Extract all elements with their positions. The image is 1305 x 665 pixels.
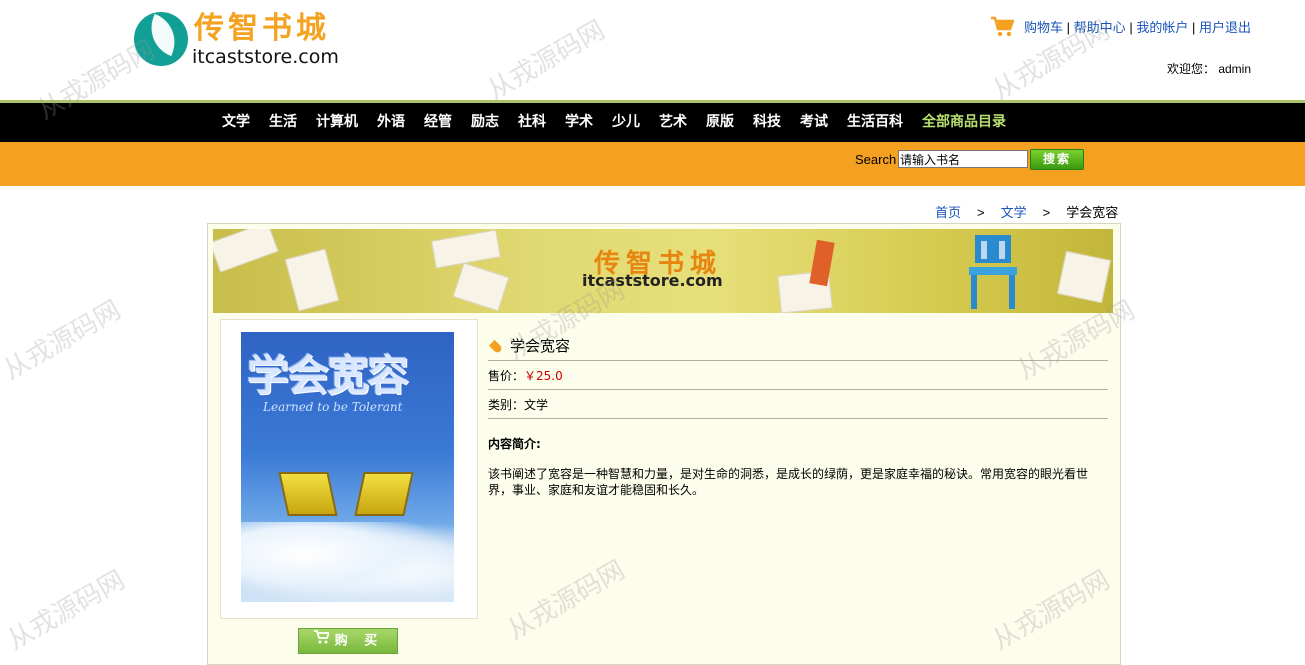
nav-item[interactable]: 科技 (753, 103, 781, 142)
product-panel: 传智书城 itcaststore.com 学会宽容 Learned to be … (207, 223, 1121, 665)
category-row: 类别：文学 (488, 390, 1108, 419)
nav-item[interactable]: 外语 (377, 103, 405, 142)
category-label: 类别： (488, 398, 525, 412)
separator: | (1066, 19, 1071, 35)
link-help[interactable]: 帮助中心 (1074, 20, 1126, 35)
logo-en-text: itcaststore.com (192, 46, 339, 68)
nav-item[interactable]: 生活百科 (847, 103, 903, 142)
book-title: 学会宽容 (510, 337, 571, 355)
cart-icon (313, 629, 331, 653)
book-title-row: 学会宽容 (488, 332, 1108, 361)
breadcrumb-category[interactable]: 文学 (1001, 205, 1027, 220)
nav-item[interactable]: 考试 (800, 103, 828, 142)
store-banner: 传智书城 itcaststore.com (213, 229, 1113, 313)
separator: | (1191, 19, 1196, 35)
breadcrumb-separator: > (1042, 205, 1051, 220)
shopping-cart-icon[interactable] (990, 16, 1015, 41)
cover-subtitle: Learned to be Tolerant (263, 400, 403, 414)
nav-item[interactable]: 原版 (706, 103, 734, 142)
nav-item[interactable]: 经管 (424, 103, 452, 142)
book-cover-image[interactable]: 学会宽容 Learned to be Tolerant (241, 332, 454, 602)
price-label: 售价： (488, 369, 525, 383)
book-info: 学会宽容 售价：￥25.0 类别：文学 内容简介: 该书阐述了宽容是一种智慧和力… (488, 332, 1108, 498)
breadcrumb-current: 学会宽容 (1066, 205, 1119, 220)
nav-item[interactable]: 生活 (269, 103, 297, 142)
search-input[interactable]: 请输入书名 (898, 150, 1028, 168)
top-links: 购物车 | 帮助中心 | 我的帐户 | 用户退出 (990, 16, 1251, 41)
nav-item[interactable]: 学术 (565, 103, 593, 142)
cover-title: 学会宽容 (247, 351, 409, 400)
search-button[interactable]: 搜索 (1030, 149, 1084, 170)
buy-label: 购 买 (334, 633, 384, 649)
nav-item[interactable]: 励志 (471, 103, 499, 142)
nav-item[interactable]: 文学 (222, 103, 250, 142)
logo-mark-icon (134, 12, 188, 66)
breadcrumb: 首页 > 文学 > 学会宽容 (935, 202, 1118, 221)
link-logout[interactable]: 用户退出 (1199, 20, 1251, 35)
nav-item[interactable]: 艺术 (659, 103, 687, 142)
breadcrumb-home[interactable]: 首页 (935, 205, 961, 220)
price-row: 售价：￥25.0 (488, 361, 1108, 390)
link-cart[interactable]: 购物车 (1024, 20, 1063, 35)
category-value: 文学 (524, 398, 549, 412)
site-logo[interactable]: 传智书城 itcaststore.com (134, 12, 344, 72)
nav-item[interactable]: 少儿 (612, 103, 640, 142)
search-bar: Search 请输入书名 搜索 (0, 142, 1305, 186)
welcome-prefix: 欢迎您： (1166, 62, 1215, 76)
welcome-text: 欢迎您： admin (1167, 60, 1251, 77)
link-account[interactable]: 我的帐户 (1136, 20, 1188, 35)
header: 传智书城 itcaststore.com 购物车 | 帮助中心 | 我的帐户 |… (0, 0, 1305, 100)
banner-en-text: itcaststore.com (582, 271, 723, 290)
category-nav: 文学 生活 计算机 外语 经管 励志 社科 学术 少儿 艺术 原版 科技 考试 生活百科 全部商品目录 (0, 103, 1305, 142)
separator: | (1129, 19, 1133, 35)
nav-item[interactable]: 计算机 (316, 103, 358, 142)
buy-button[interactable]: 购 买 (298, 628, 398, 654)
watermark: 从戎源码网 (0, 295, 127, 387)
price-value: ￥25.0 (524, 369, 563, 383)
description-heading: 内容简介: (488, 437, 541, 451)
book-image-frame: 学会宽容 Learned to be Tolerant (220, 319, 478, 619)
welcome-user: admin (1218, 62, 1251, 76)
logo-cn-text: 传智书城 (194, 11, 330, 46)
nav-item[interactable]: 社科 (518, 103, 546, 142)
nav-all-categories[interactable]: 全部商品目录 (922, 103, 1006, 142)
pencil-icon (488, 339, 504, 354)
search-label: Search (855, 152, 897, 167)
book-description: 该书阐述了宽容是一种智慧和力量，是对生命的洞悉，是成长的绿荫，更是家庭幸福的秘诀… (488, 467, 1089, 497)
breadcrumb-separator: > (977, 205, 985, 220)
watermark: 从戎源码网 (2, 565, 131, 657)
chair-icon (969, 235, 1017, 309)
